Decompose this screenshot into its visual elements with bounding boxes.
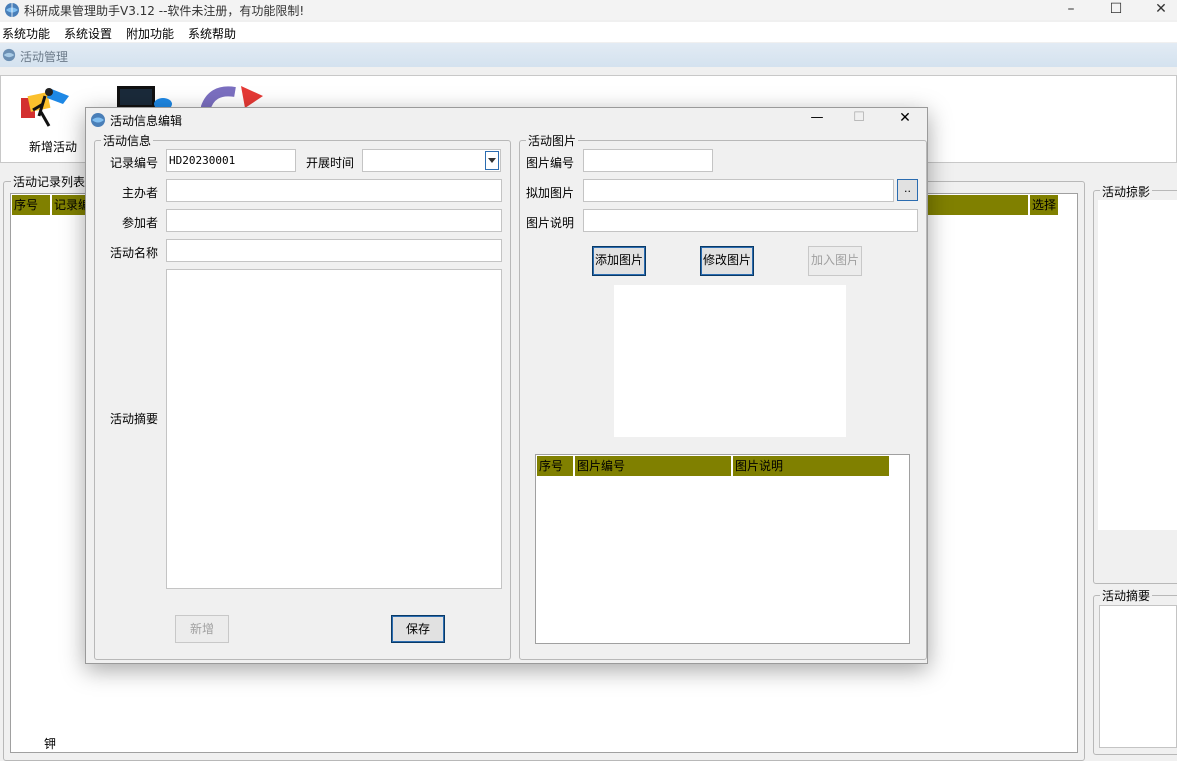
window-maximize-button[interactable]: ☐ (1093, 0, 1139, 20)
photo-legend: 活动图片 (526, 132, 579, 149)
menu-bar: 系统功能 系统设置 附加功能 系统帮助 (0, 22, 1177, 42)
window-close-button[interactable]: ✕ (1138, 0, 1177, 20)
photo-col-no[interactable]: 图片编号 (574, 455, 732, 477)
activity-summary-title: 活动摘要 (1100, 587, 1153, 604)
start-time-picker[interactable] (362, 149, 501, 172)
organizer-input[interactable] (166, 179, 502, 202)
activity-summary-text[interactable] (1099, 605, 1177, 748)
list-col-select[interactable]: 选择 (1029, 194, 1059, 216)
start-time-label: 开展时间 (305, 156, 354, 170)
activity-summary-label: 活动摘要 (109, 412, 158, 426)
mdi-globe-icon (2, 48, 16, 62)
save-button[interactable]: 保存 (391, 615, 445, 643)
menu-system-help[interactable]: 系统帮助 (188, 25, 236, 42)
new-activity-label: 新增活动 (29, 140, 78, 154)
new-activity-tool-button[interactable]: 新增活动 (17, 82, 89, 154)
photo-col-desc[interactable]: 图片说明 (732, 455, 890, 477)
photo-col-seq[interactable]: 序号 (536, 455, 574, 477)
insert-photo-button[interactable]: 加入图片 (808, 246, 862, 276)
activity-list-title: 活动记录列表 (11, 173, 88, 190)
add-photo-button[interactable]: 添加图片 (592, 246, 646, 276)
add-button[interactable]: 新增 (175, 615, 229, 643)
attach-photo-label: 拟加图片 (526, 186, 575, 200)
attach-photo-input[interactable] (583, 179, 894, 202)
menu-system-settings[interactable]: 系统设置 (64, 25, 112, 42)
app-globe-icon (5, 3, 19, 17)
dialog-minimize-button[interactable]: — (802, 110, 832, 125)
start-time-dropdown[interactable] (485, 151, 499, 170)
dialog-maximize-button[interactable]: ☐ (844, 110, 874, 125)
bottom-text-fragment: 钾 (44, 737, 57, 751)
dialog-title: 活动信息编辑 (110, 114, 183, 128)
photo-no-input[interactable] (583, 149, 713, 172)
photo-desc-label: 图片说明 (526, 216, 575, 230)
window-minimize-button[interactable]: – (1048, 0, 1094, 20)
record-no-label: 记录编号 (109, 156, 158, 170)
activity-name-input[interactable] (166, 239, 502, 262)
activity-photo-view (1098, 200, 1177, 530)
photo-table[interactable]: 序号 图片编号 图片说明 (535, 454, 910, 644)
dialog-close-button[interactable]: ✕ (890, 110, 920, 126)
record-no-input[interactable] (166, 149, 296, 172)
menu-extra-functions[interactable]: 附加功能 (126, 25, 174, 42)
menu-system-functions[interactable]: 系统功能 (2, 25, 50, 42)
photo-preview (614, 285, 846, 437)
photo-no-label: 图片编号 (526, 156, 575, 170)
activity-name-label: 活动名称 (109, 246, 158, 260)
runner-icon (21, 88, 69, 127)
participants-label: 参加者 (121, 216, 158, 230)
activity-photo-title: 活动掠影 (1100, 183, 1153, 200)
dialog-globe-icon (91, 113, 105, 127)
mdi-child-header: 活动管理 (0, 43, 1177, 67)
app-title: 科研成果管理助手V3.12 --软件未注册，有功能限制! (24, 4, 305, 18)
participants-input[interactable] (166, 209, 502, 232)
chevron-down-icon (488, 158, 496, 163)
list-col-seq[interactable]: 序号 (11, 194, 51, 216)
activity-edit-dialog: 活动信息编辑 — ☐ ✕ 活动信息 记录编号 开展时间 主办者 参加者 活动名称… (85, 107, 928, 664)
edit-photo-button[interactable]: 修改图片 (700, 246, 754, 276)
organizer-label: 主办者 (121, 186, 158, 200)
browse-button[interactable]: .. (897, 179, 918, 201)
window-title-bar: 科研成果管理助手V3.12 --软件未注册，有功能限制! – ☐ ✕ (0, 0, 1177, 20)
info-legend: 活动信息 (101, 132, 154, 149)
photo-desc-input[interactable] (583, 209, 918, 232)
mdi-title: 活动管理 (20, 50, 69, 64)
activity-summary-textarea[interactable] (166, 269, 502, 589)
